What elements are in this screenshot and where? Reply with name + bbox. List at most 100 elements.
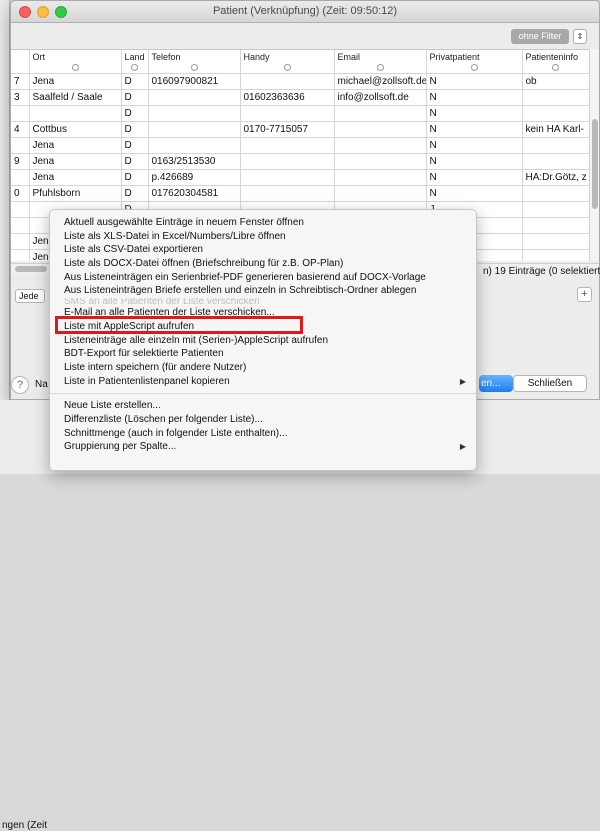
menu-item-label: Liste als DOCX-Datei öffnen (Briefschrei… [64, 258, 344, 270]
menu-item[interactable]: Listeneinträge alle einzeln mit (Serien-… [50, 334, 476, 348]
column-filter-radio[interactable] [190, 63, 198, 71]
menu-item[interactable]: Liste als XLS-Datei in Excel/Numbers/Lib… [50, 230, 476, 244]
menu-item[interactable]: BDT-Export für selektierte Patienten [50, 347, 476, 361]
table-cell [334, 185, 427, 202]
column-header[interactable]: Handy [240, 50, 335, 62]
column-filter-radio[interactable] [470, 63, 478, 71]
table-cell: D [121, 137, 149, 154]
column-header[interactable]: Land [121, 50, 149, 62]
toolbar: ohne Filter ⇕ [11, 23, 599, 49]
column-header[interactable]: Email [334, 50, 427, 62]
table-cell: 0163/2513530 [148, 153, 241, 170]
column-filter-radio[interactable] [283, 63, 291, 71]
menu-item[interactable]: Liste als DOCX-Datei öffnen (Briefschrei… [50, 257, 476, 271]
table-cell [11, 217, 30, 234]
column-filter-cell [522, 62, 589, 74]
table-cell [240, 153, 335, 170]
column-header[interactable]: Ort [29, 50, 122, 62]
column-filter-cell [148, 62, 241, 74]
table-cell: D [121, 169, 149, 186]
menu-item-label: Schnittmenge (auch in folgender Liste en… [64, 427, 288, 439]
table-row[interactable]: DN [11, 105, 589, 122]
table-row[interactable]: 9 Jena D 0163/2513530 N [11, 153, 589, 170]
table-cell: michael@zollsoft.de [334, 73, 427, 90]
help-button[interactable]: ? [11, 376, 29, 394]
menu-item-label: Liste als CSV-Datei exportieren [64, 244, 203, 256]
menu-item[interactable]: Aus Listeneinträgen Briefe erstellen und… [50, 284, 476, 298]
title-bar: Patient (Verknüpfung) (Zeit: 09:50:12) [11, 1, 599, 23]
menu-item[interactable]: Liste als CSV-Datei exportieren [50, 243, 476, 257]
horizontal-scroll-thumb[interactable] [15, 266, 47, 272]
table-cell [148, 137, 241, 154]
table-header-row: Ort Land Telefon Handy Email Privatpatient Pat… [11, 50, 589, 62]
table-cell: N [426, 153, 523, 170]
table-cell: D [121, 89, 149, 106]
table-cell: 3 [11, 89, 30, 106]
table-row[interactable]: 3 Saalfeld / Saale D 01602363636 info@zollso… [11, 89, 589, 106]
column-filter-radio[interactable] [71, 63, 79, 71]
table-cell [11, 201, 30, 218]
table-row[interactable]: 0 Pfuhlsborn D 017620304581 N [11, 185, 589, 202]
table-cell: info@zollsoft.de [334, 89, 427, 106]
column-filter-radio[interactable] [552, 63, 559, 71]
table-row[interactable]: 4 Cottbus D 0170-7715057 Nkein HA Karl- [11, 121, 589, 138]
menu-item[interactable]: Gruppierung per Spalte... ▶ [50, 440, 476, 454]
column-filter-cell [240, 62, 335, 74]
menu-item[interactable]: Aktuell ausgewählte Einträge in neuem Fe… [50, 216, 476, 230]
table-cell: 016097900821 [148, 73, 241, 90]
table-cell: N [426, 137, 523, 154]
jede-filter-button[interactable]: Jede [15, 289, 45, 303]
vertical-scrollbar[interactable] [589, 49, 599, 261]
menu-separator [50, 393, 476, 395]
table-row[interactable]: 7 Jena D 016097900821 michael@zollsoft.de Nob [11, 73, 589, 90]
close-button[interactable]: Schließen [513, 375, 587, 392]
table-cell [11, 137, 30, 154]
table-cell [522, 217, 589, 234]
vertical-scroll-thumb[interactable] [592, 119, 598, 209]
table-row[interactable]: Jena D N [11, 137, 589, 154]
menu-item[interactable]: Neue Liste erstellen... [50, 399, 476, 413]
table-cell: Pfuhlsborn [29, 185, 122, 202]
menu-item-label: SMS an alle Patienten der Liste verschic… [64, 298, 260, 307]
column-header[interactable] [11, 50, 30, 62]
table-cell [240, 185, 335, 202]
menu-item[interactable]: Aus Listeneinträgen ein Serienbrief-PDF … [50, 271, 476, 285]
table-cell [334, 137, 427, 154]
table-cell: Saalfeld / Saale [29, 89, 122, 106]
menu-item[interactable]: Differenzliste (Löschen per folgender Li… [50, 413, 476, 427]
table-cell [522, 153, 589, 170]
table-cell: Jena [29, 137, 122, 154]
table-cell: kein HA Karl- [522, 121, 589, 138]
add-button[interactable]: + [577, 287, 592, 302]
table-row[interactable]: Jena Dp.426689 N HA:Dr.Götz, z [11, 169, 589, 186]
menu-item-label: BDT-Export für selektierte Patienten [64, 348, 224, 360]
table-cell [522, 249, 589, 261]
menu-item: SMS an alle Patienten der Liste verschic… [50, 298, 476, 306]
filter-select[interactable]: ohne Filter [511, 29, 569, 44]
menu-item[interactable]: Liste in Patientenlistenpanel kopieren ▶ [50, 375, 476, 389]
column-filter-cell [334, 62, 427, 74]
column-filter-radio[interactable] [131, 63, 138, 71]
table-cell [240, 169, 335, 186]
highlight-annotation-box [55, 316, 303, 334]
menu-item[interactable]: Schnittmenge (auch in folgender Liste en… [50, 427, 476, 441]
table-cell: Jena [29, 169, 122, 186]
table-cell: 0170-7715057 [240, 121, 335, 138]
background-window-text: ngen (Zeit [2, 820, 48, 831]
table-cell: Jena [29, 73, 122, 90]
table-cell: N [426, 169, 523, 186]
column-header[interactable]: Privatpatient [426, 50, 523, 62]
column-header[interactable]: Telefon [148, 50, 241, 62]
table-cell: 01602363636 [240, 89, 335, 106]
table-cell [148, 89, 241, 106]
table-cell [522, 137, 589, 154]
table-cell: 4 [11, 121, 30, 138]
menu-item-label: Liste intern speichern (für andere Nutze… [64, 361, 247, 373]
open-button[interactable]: en... [479, 375, 513, 392]
filter-stepper-icon[interactable]: ⇕ [573, 29, 587, 44]
context-menu: Aktuell ausgewählte Einträge in neuem Fe… [49, 209, 477, 471]
menu-item[interactable]: Liste intern speichern (für andere Nutze… [50, 361, 476, 375]
column-filter-radio[interactable] [376, 63, 384, 71]
column-header[interactable]: Patienteninfo [522, 50, 589, 62]
table-cell: N [426, 105, 523, 122]
